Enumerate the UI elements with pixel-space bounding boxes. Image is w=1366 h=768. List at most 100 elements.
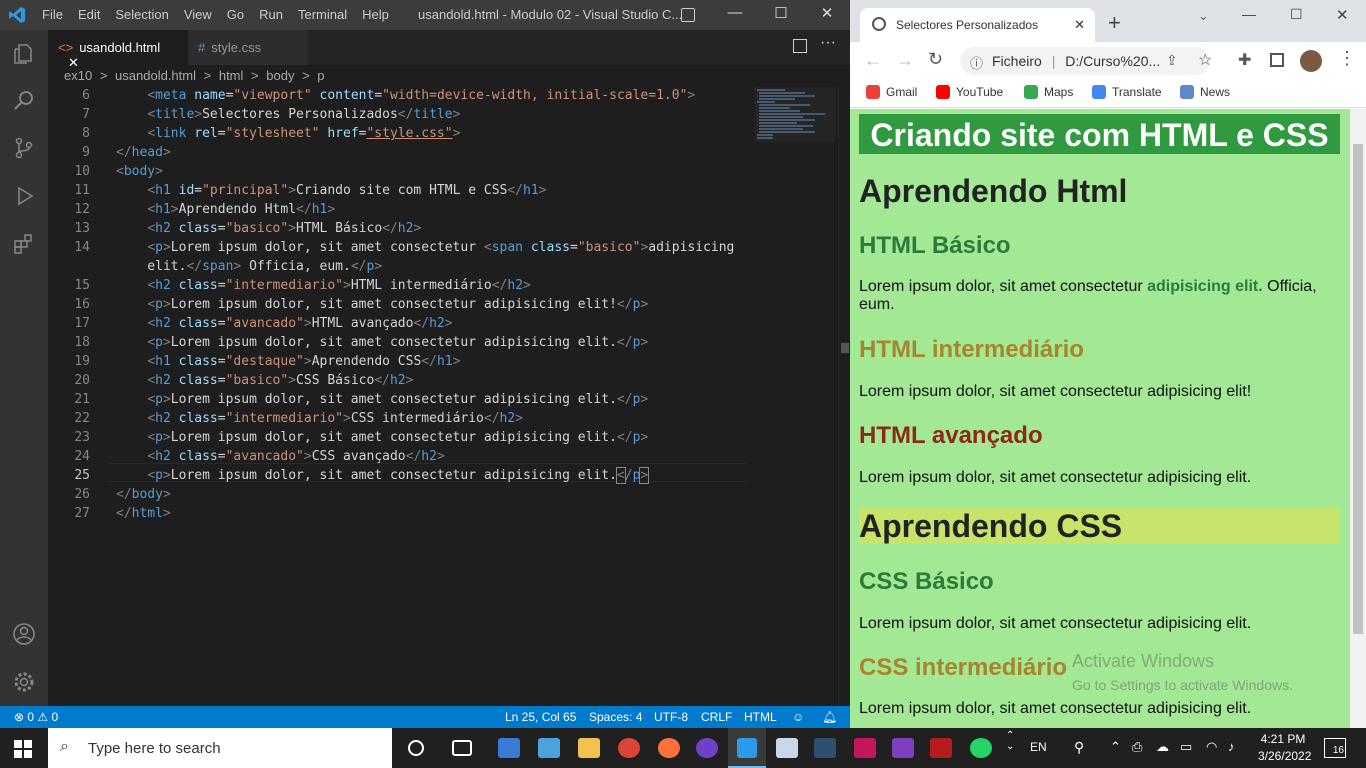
- code-line[interactable]: <h2 class="avancado">CSS avançado</h2>: [116, 449, 444, 464]
- omnibox-url[interactable]: D:/Curso%20...: [1065, 53, 1160, 69]
- encoding[interactable]: UTF-8: [654, 710, 688, 724]
- visual-studio-icon[interactable]: [892, 738, 914, 758]
- code-line[interactable]: <h2 class="basico">CSS Básico</h2>: [116, 373, 413, 388]
- more-actions-icon[interactable]: ···: [820, 34, 836, 52]
- extensions-puzzle-icon[interactable]: ✚: [1238, 50, 1251, 70]
- back-icon[interactable]: ←: [864, 50, 882, 71]
- code-line[interactable]: <p>Lorem ipsum dolor, sit amet consectet…: [116, 467, 650, 484]
- bookmark-youtube[interactable]: YouTube: [936, 85, 1003, 99]
- taskbar-scroll-icon[interactable]: ⌃ ⌄: [1006, 730, 1014, 752]
- notifications-bell-icon[interactable]: 🔔︎: [822, 710, 837, 724]
- close-icon[interactable]: ✕: [812, 4, 842, 22]
- avatar[interactable]: [1300, 50, 1322, 72]
- reload-icon[interactable]: ↻: [928, 49, 943, 70]
- code-line[interactable]: <h1 class="destaque">Aprendendo CSS</h1>: [116, 354, 460, 369]
- code-line[interactable]: <p>Lorem ipsum dolor, sit amet consectet…: [116, 240, 734, 255]
- layout-icon[interactable]: [681, 8, 695, 22]
- code-line[interactable]: elit.</span> Officia, eum.</p>: [116, 259, 382, 274]
- scroll-thumb[interactable]: [1353, 144, 1363, 634]
- menu-run[interactable]: Run: [259, 7, 283, 22]
- menu-edit[interactable]: Edit: [78, 7, 100, 22]
- task-view-icon[interactable]: [452, 740, 472, 756]
- code-line[interactable]: <h1 id="principal">Criando site com HTML…: [116, 183, 546, 198]
- cortana-icon[interactable]: [408, 740, 424, 756]
- github-desktop-icon[interactable]: [696, 738, 718, 758]
- battery-icon[interactable]: ▭: [1180, 739, 1192, 755]
- wifi-icon[interactable]: ◠: [1206, 739, 1217, 755]
- search-icon[interactable]: [12, 88, 36, 112]
- maximize-icon[interactable]: ☐: [1290, 6, 1303, 23]
- share-icon[interactable]: ⇪: [1166, 52, 1178, 69]
- tab-style-css[interactable]: # style.css: [188, 30, 308, 65]
- crumb-p[interactable]: p: [317, 68, 324, 83]
- code-line[interactable]: </body>: [116, 487, 171, 502]
- info-icon[interactable]: ⓘ: [970, 53, 983, 72]
- bookmark-translate[interactable]: Translate: [1092, 85, 1162, 99]
- chrome-menu-icon[interactable]: ⋮: [1338, 48, 1356, 69]
- windows-start-icon[interactable]: [14, 740, 32, 758]
- source-control-icon[interactable]: [12, 136, 36, 160]
- news-widget-icon[interactable]: [498, 738, 520, 758]
- chrome-icon[interactable]: [618, 738, 640, 758]
- minimize-icon[interactable]: —: [720, 4, 750, 21]
- file-explorer-icon[interactable]: [578, 738, 600, 758]
- close-tab-icon[interactable]: ✕: [1074, 17, 1085, 33]
- code-line[interactable]: <p>Lorem ipsum dolor, sit amet consectet…: [116, 335, 648, 350]
- clock[interactable]: 4:21 PM 3/26/2022: [1258, 732, 1311, 763]
- mysql-workbench-icon[interactable]: [814, 738, 836, 758]
- firefox-icon[interactable]: [658, 738, 680, 758]
- taskbar-search[interactable]: ⌕ Type here to search: [48, 728, 392, 768]
- accounts-icon[interactable]: [12, 622, 36, 646]
- code-line[interactable]: <title>Selectores Personalizados</title>: [116, 107, 460, 122]
- whatsapp-icon[interactable]: [970, 738, 992, 758]
- vscode-taskbar-active[interactable]: [728, 728, 766, 768]
- menu-terminal[interactable]: Terminal: [298, 7, 347, 22]
- bookmark-gmail[interactable]: Gmail: [866, 85, 917, 99]
- people-icon[interactable]: ⚲: [1074, 739, 1084, 756]
- new-tab-icon[interactable]: +: [1108, 10, 1121, 36]
- desktop-app-icon[interactable]: [538, 738, 560, 758]
- problems-indicator[interactable]: ⊗ 0 ⚠ 0: [14, 710, 58, 724]
- language-mode[interactable]: HTML: [744, 710, 777, 724]
- close-icon[interactable]: ✕: [1336, 6, 1349, 24]
- cursor-position[interactable]: Ln 25, Col 65: [505, 710, 576, 724]
- code-line[interactable]: <h2 class="intermediario">CSS intermediá…: [116, 411, 523, 426]
- chrome-tab[interactable]: Selectores Personalizados ✕: [860, 8, 1095, 42]
- explorer-icon[interactable]: [12, 42, 36, 66]
- code-line[interactable]: <h2 class="intermediario">HTML intermedi…: [116, 278, 531, 293]
- onedrive-icon[interactable]: ☁: [1156, 739, 1169, 755]
- code-line[interactable]: <h1>Aprendendo Html</h1>: [116, 202, 335, 217]
- minimize-icon[interactable]: —: [1242, 6, 1256, 22]
- notification-center-icon[interactable]: 16: [1324, 738, 1346, 758]
- menu-view[interactable]: View: [184, 7, 212, 22]
- crumb-folder[interactable]: ex10: [64, 68, 92, 83]
- meet-now-icon[interactable]: ⎙: [1132, 739, 1142, 755]
- wamp-icon[interactable]: [854, 738, 876, 758]
- editor-scrollbar[interactable]: [838, 87, 850, 706]
- menu-help[interactable]: Help: [362, 7, 389, 22]
- menu-selection[interactable]: Selection: [115, 7, 168, 22]
- access-icon[interactable]: [930, 738, 952, 758]
- code-line[interactable]: <meta name="viewport" content="width=dev…: [116, 88, 695, 103]
- code-line[interactable]: <h2 class="basico">HTML Básico</h2>: [116, 221, 421, 236]
- code-line[interactable]: <p>Lorem ipsum dolor, sit amet consectet…: [116, 430, 648, 445]
- settings-gear-icon[interactable]: [12, 670, 36, 694]
- side-panel-icon[interactable]: [1270, 53, 1284, 67]
- bookmark-news[interactable]: News: [1180, 85, 1230, 99]
- minimap[interactable]: [755, 87, 835, 147]
- crumb-html[interactable]: html: [219, 68, 244, 83]
- code-line[interactable]: <h2 class="avancado">HTML avançado</h2>: [116, 316, 452, 331]
- crumb-body[interactable]: body: [266, 68, 294, 83]
- code-line[interactable]: <body>: [116, 164, 163, 179]
- forward-icon[interactable]: →: [896, 50, 914, 71]
- menu-go[interactable]: Go: [227, 7, 244, 22]
- code-line[interactable]: <p>Lorem ipsum dolor, sit amet consectet…: [116, 392, 648, 407]
- split-editor-icon[interactable]: [793, 39, 807, 53]
- code-line[interactable]: <link rel="stylesheet" href="style.css">: [116, 126, 460, 141]
- page-scrollbar[interactable]: [1350, 109, 1366, 728]
- code-editor[interactable]: 6 <meta name="viewport" content="width=d…: [48, 87, 838, 706]
- code-line[interactable]: </head>: [116, 145, 171, 160]
- extensions-icon[interactable]: [12, 232, 36, 256]
- virtualbox-icon[interactable]: [776, 738, 798, 758]
- bookmark-star-icon[interactable]: ☆: [1198, 50, 1212, 70]
